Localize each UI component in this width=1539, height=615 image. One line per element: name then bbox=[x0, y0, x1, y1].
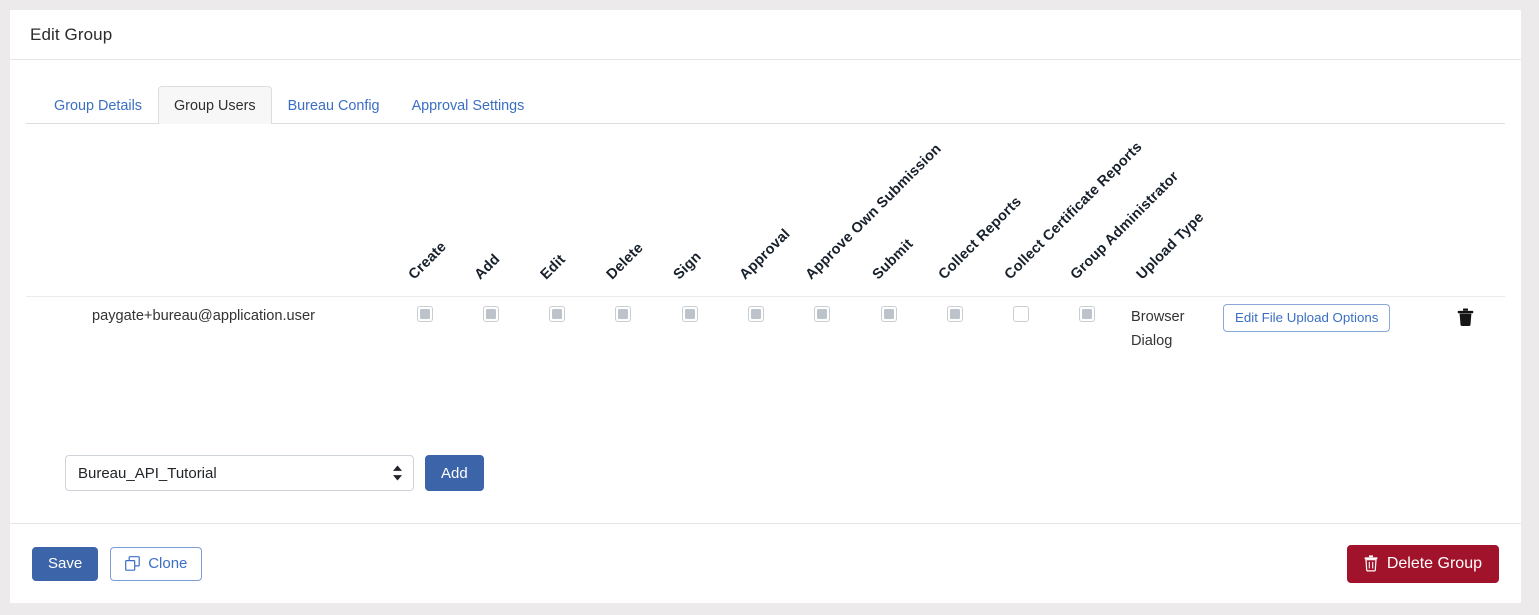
edit-group-modal: Edit Group Group Details Group Users Bur… bbox=[10, 10, 1521, 603]
tab-approval-settings[interactable]: Approval Settings bbox=[396, 86, 541, 124]
copy-icon bbox=[125, 556, 141, 571]
tab-label: Bureau Config bbox=[287, 97, 380, 114]
delete-group-button-label: Delete Group bbox=[1386, 554, 1482, 572]
user-email-cell: paygate+bureau@application.user bbox=[92, 308, 315, 324]
column-header-create: Create bbox=[405, 238, 450, 283]
group-users-table: Create Add Edit Delete Sign Approval App… bbox=[26, 124, 1505, 360]
checkbox-collect-certificate-reports[interactable] bbox=[1013, 306, 1029, 322]
trash-icon bbox=[1457, 308, 1473, 326]
column-header-approval: Approval bbox=[736, 226, 794, 283]
tab-bureau-config[interactable]: Bureau Config bbox=[272, 86, 396, 124]
column-header-collect-certificate-reports: Collect Certificate Reports bbox=[1001, 139, 1146, 283]
add-user-button[interactable]: Add bbox=[425, 455, 484, 491]
clone-button-label: Clone bbox=[148, 555, 188, 572]
column-header-sign: Sign bbox=[670, 248, 705, 283]
edit-file-upload-options-button[interactable]: Edit File Upload Options bbox=[1223, 304, 1391, 332]
clone-button[interactable]: Clone bbox=[110, 546, 203, 581]
stepper-updown-icon bbox=[393, 465, 402, 481]
checkbox-approval[interactable] bbox=[748, 306, 764, 322]
page-title: Edit Group bbox=[30, 24, 113, 44]
upload-type-value: Browser Dialog bbox=[1131, 309, 1185, 349]
column-header-approve-own-submission: Approve Own Submission bbox=[802, 140, 945, 283]
tab-label: Group Users bbox=[173, 97, 256, 114]
delete-user-button[interactable] bbox=[1450, 302, 1480, 332]
delete-group-button[interactable]: Delete Group bbox=[1346, 544, 1499, 583]
modal-body: Group Details Group Users Bureau Config … bbox=[10, 60, 1521, 523]
tab-group-details[interactable]: Group Details bbox=[38, 86, 158, 124]
column-header-upload-type: Upload Type bbox=[1133, 209, 1208, 283]
save-button[interactable]: Save bbox=[32, 546, 99, 581]
footer-left-actions: Save Clone bbox=[32, 546, 203, 581]
column-header-delete: Delete bbox=[603, 240, 647, 283]
tab-label: Group Details bbox=[54, 97, 142, 114]
checkbox-sign[interactable] bbox=[682, 306, 698, 322]
table-row: paygate+bureau@application.user Browser … bbox=[26, 297, 1505, 360]
modal-footer: Save Clone Delete Group bbox=[10, 523, 1521, 603]
checkbox-group-administrator[interactable] bbox=[1079, 306, 1095, 322]
tab-bar: Group Details Group Users Bureau Config … bbox=[26, 85, 1505, 124]
checkbox-approve-own-submission[interactable] bbox=[814, 306, 830, 322]
modal-header: Edit Group bbox=[10, 10, 1521, 60]
group-select-value: Bureau_API_Tutorial bbox=[78, 464, 217, 482]
trash-icon bbox=[1364, 555, 1378, 572]
group-select[interactable]: Bureau_API_Tutorial bbox=[65, 455, 414, 491]
checkbox-delete[interactable] bbox=[615, 306, 631, 322]
tab-label: Approval Settings bbox=[411, 97, 525, 114]
table-header-row: Create Add Edit Delete Sign Approval App… bbox=[26, 124, 1505, 297]
checkbox-collect-reports[interactable] bbox=[947, 306, 963, 322]
column-header-group-administrator: Group Administrator bbox=[1067, 168, 1183, 283]
column-header-add: Add bbox=[471, 251, 504, 283]
checkbox-add[interactable] bbox=[483, 306, 499, 322]
add-user-controls: Bureau_API_Tutorial Add bbox=[65, 455, 484, 491]
checkbox-create[interactable] bbox=[417, 306, 433, 322]
footer-right-actions: Delete Group bbox=[1346, 544, 1499, 583]
checkbox-edit[interactable] bbox=[549, 306, 565, 322]
checkbox-submit[interactable] bbox=[881, 306, 897, 322]
column-header-submit: Submit bbox=[869, 236, 917, 283]
column-header-edit: Edit bbox=[537, 251, 569, 283]
tab-group-users[interactable]: Group Users bbox=[157, 85, 272, 124]
